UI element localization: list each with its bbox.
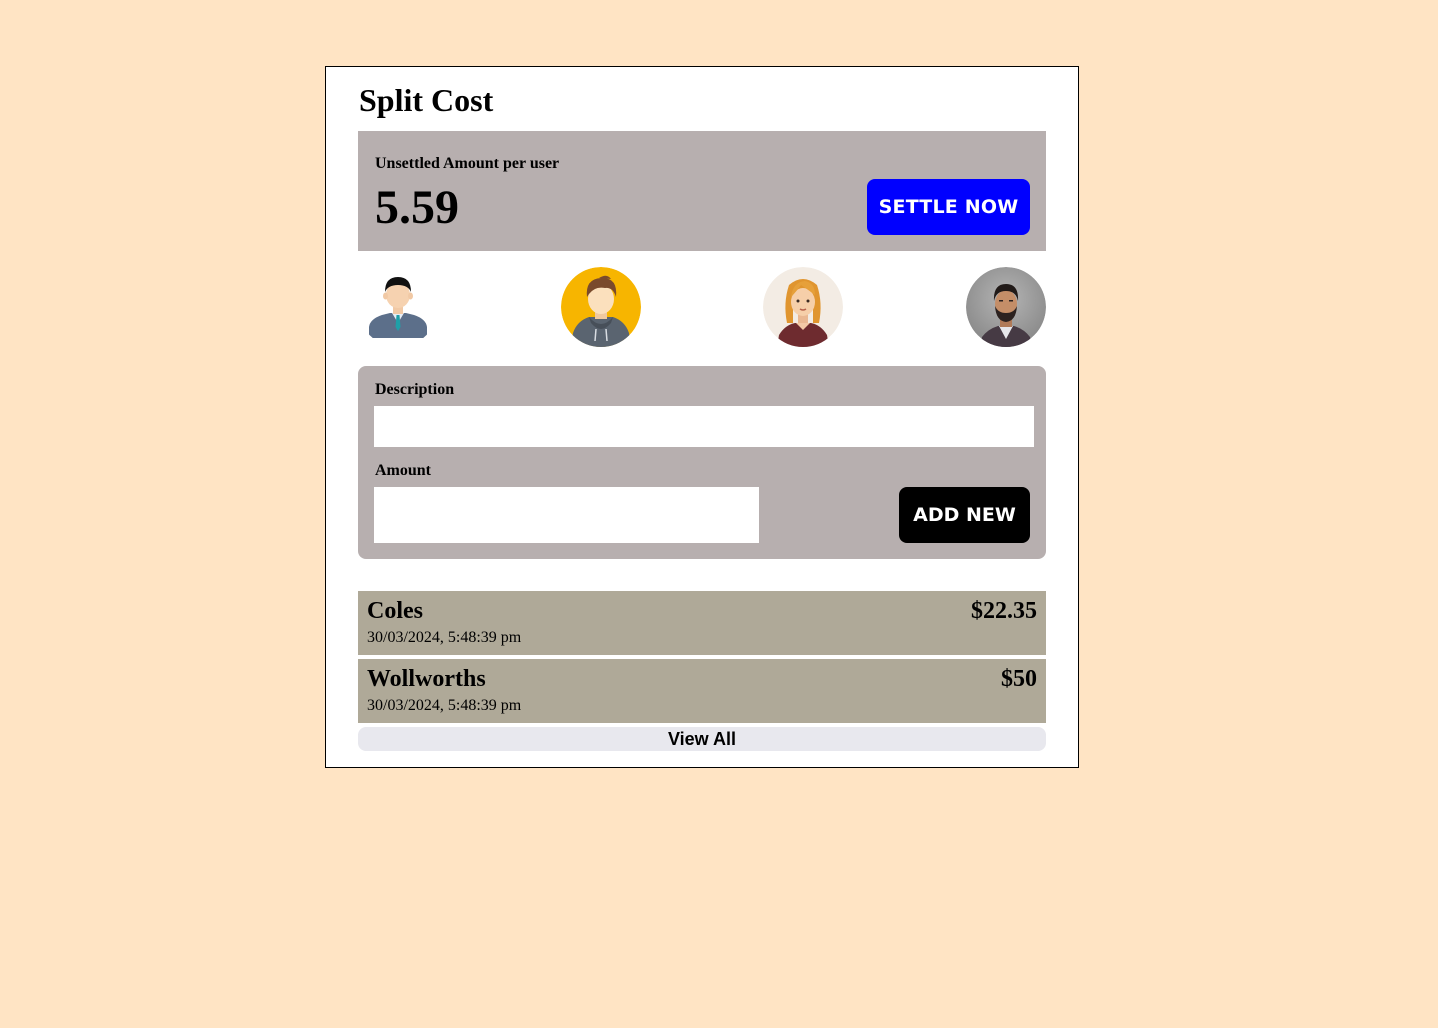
expense-date: 30/03/2024, 5:48:39 pm <box>367 629 522 646</box>
expense-amount: $50 <box>1001 666 1037 692</box>
expense-amount: $22.35 <box>971 598 1037 624</box>
add-new-button[interactable]: ADD NEW <box>899 487 1030 543</box>
hoodie-man-avatar-icon[interactable] <box>561 267 641 347</box>
businessman-avatar-icon[interactable] <box>358 267 438 347</box>
add-expense-form: Description Amount ADD NEW <box>358 366 1046 559</box>
expense-date: 30/03/2024, 5:48:39 pm <box>367 697 522 714</box>
view-all-button[interactable]: View All <box>358 727 1046 751</box>
woman-avatar-icon[interactable] <box>763 267 843 347</box>
user-avatars-row <box>358 267 1046 347</box>
page-title: Split Cost <box>359 82 494 118</box>
split-cost-card: Split Cost Unsettled Amount per user 5.5… <box>325 66 1079 768</box>
bearded-man-photo-avatar[interactable] <box>966 267 1046 347</box>
expense-name: Coles <box>367 598 423 624</box>
expense-row[interactable]: Coles $22.35 30/03/2024, 5:48:39 pm <box>358 591 1046 655</box>
settle-now-button[interactable]: SETTLE NOW <box>867 179 1030 235</box>
description-label: Description <box>375 381 455 398</box>
description-input[interactable] <box>374 406 1034 447</box>
amount-input[interactable] <box>374 487 759 543</box>
amount-label: Amount <box>375 462 432 479</box>
expense-name: Wollworths <box>367 666 486 692</box>
unsettled-amount-label: Unsettled Amount per user <box>375 155 560 172</box>
unsettled-amount-value: 5.59 <box>375 181 459 234</box>
unsettled-summary-panel: Unsettled Amount per user 5.59 SETTLE NO… <box>358 131 1046 251</box>
expense-row[interactable]: Wollworths $50 30/03/2024, 5:48:39 pm <box>358 659 1046 723</box>
